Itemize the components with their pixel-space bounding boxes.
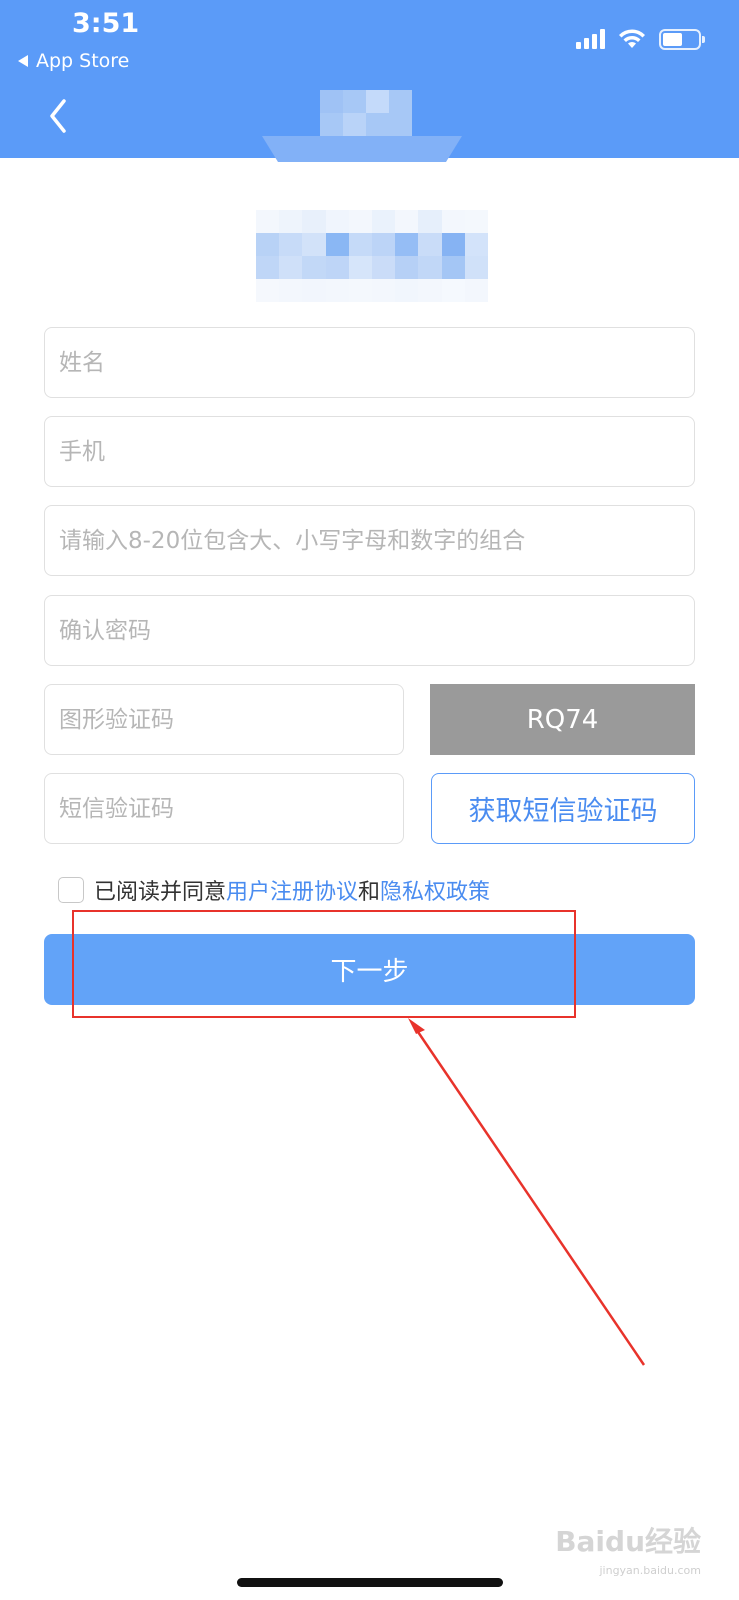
baidu-watermark: Baidu经验 — [555, 1525, 701, 1558]
annotation-arrow-icon — [408, 1018, 646, 1366]
home-indicator[interactable] — [237, 1578, 503, 1587]
baidu-watermark-url: jingyan.baidu.com — [599, 1564, 701, 1577]
